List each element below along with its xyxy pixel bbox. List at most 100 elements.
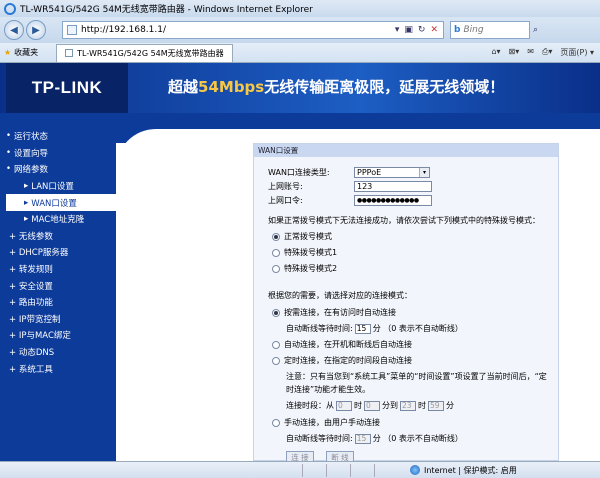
mail-icon[interactable]: ✉ <box>527 47 534 58</box>
print-icon[interactable]: ⎙▾ <box>542 47 552 58</box>
sidebar-item[interactable]: ▸ MAC地址克隆 <box>6 211 114 228</box>
sidebar-item-label: 运行状态 <box>14 132 49 143</box>
period-end-minute[interactable]: 59 <box>428 400 444 411</box>
connect-button[interactable]: 连 接 <box>286 451 314 461</box>
back-button[interactable]: ◀ <box>4 20 24 40</box>
period-start-minute[interactable]: 0 <box>364 400 380 411</box>
account-input[interactable]: 123 <box>354 181 432 192</box>
password-input[interactable]: ●●●●●●●●●●●●● <box>354 195 432 206</box>
sidebar-item-label: + IP与MAC绑定 <box>9 331 71 342</box>
refresh-icon[interactable]: ↻ <box>418 25 426 35</box>
conn-type-label: WAN口连接类型: <box>268 168 330 177</box>
sidebar-item[interactable]: + 动态DNS <box>6 344 114 361</box>
manual-idle-unit: 分 （0 表示不自动断线） <box>372 434 463 443</box>
tab-title: TL-WR541G/542G 54M无线宽带路由器 <box>77 48 224 58</box>
mode-manual[interactable]: 手动连接，由用户手动连接 <box>272 417 380 428</box>
dial-mode-special1[interactable]: 特殊拨号模式1 <box>272 247 337 258</box>
dropdown-arrow-icon[interactable]: ▾ <box>395 25 400 35</box>
special-hint: 如果正常拨号模式下无法连接成功，请依次尝试下列模式中的特殊拨号模式： <box>268 216 540 225</box>
favorites-button[interactable]: 收藏夹 <box>14 47 38 58</box>
page-menu[interactable]: 页面(P) ▾ <box>560 47 594 58</box>
panel-title: WAN口设置 <box>254 144 558 157</box>
sidebar-item[interactable]: + 无线参数 <box>6 228 114 245</box>
wan-settings-panel: WAN口设置 WAN口连接类型: PPPoE ▾ 上网账号: 123 上网口令:… <box>253 143 559 461</box>
sidebar-item[interactable]: ▸ LAN口设置 <box>6 178 114 195</box>
compat-view-icon[interactable]: ▣ <box>404 25 413 35</box>
sidebar-item-label: 设置向导 <box>14 148 49 159</box>
idle-time-input[interactable]: 15 <box>354 323 371 334</box>
sidebar-item-label: + 转发规则 <box>9 265 53 276</box>
bullet-icon: ▸ <box>24 181 29 192</box>
radio-button[interactable] <box>272 356 280 365</box>
radio-button[interactable] <box>272 232 280 241</box>
manual-idle-input[interactable]: 15 <box>354 433 371 444</box>
security-zone[interactable]: Internet | 保护模式: 启用 <box>424 465 517 476</box>
bing-icon: b <box>454 25 461 35</box>
search-placeholder: Bing <box>463 25 484 35</box>
radio-button[interactable] <box>272 308 280 317</box>
sidebar-item[interactable]: + IP与MAC绑定 <box>6 327 114 344</box>
radio-button[interactable] <box>272 264 280 273</box>
navigation-bar: ◀ ▶ http://192.168.1.1/ ▾ ▣ ↻ ✕ b Bing ⌕ <box>0 17 600 43</box>
sidebar-item[interactable]: + 路由功能 <box>6 294 114 311</box>
note-line1: 注意：只有当您到“系统工具”菜单的“时间设置”项设置了当前时间后，“定 <box>286 372 547 381</box>
radio-button[interactable] <box>272 340 280 349</box>
sidebar-item[interactable]: • 网络参数 <box>6 161 114 178</box>
mode-timed[interactable]: 定时连接，在指定的时间段自动连接 <box>272 355 412 366</box>
mode-auto[interactable]: 自动连接，在开机和断线后自动连接 <box>272 339 412 350</box>
forward-button[interactable]: ▶ <box>26 20 46 40</box>
sidebar-item[interactable]: + IP带宽控制 <box>6 311 114 328</box>
conn-type-select[interactable]: PPPoE ▾ <box>354 167 430 178</box>
period-start-hour[interactable]: 0 <box>336 400 352 411</box>
sidebar-item[interactable]: + 系统工具 <box>6 360 114 377</box>
password-label: 上网口令: <box>268 196 303 205</box>
disconnect-button[interactable]: 断 线 <box>326 451 354 461</box>
feeds-icon[interactable]: ⊠▾ <box>509 47 520 58</box>
sidebar-item-label: LAN口设置 <box>31 182 74 193</box>
banner-slogan: 超越54Mbps无线传输距离极限，延展无线领域！ <box>168 78 505 96</box>
search-input[interactable]: b Bing <box>450 21 530 39</box>
sidebar-item[interactable]: + 安全设置 <box>6 277 114 294</box>
star-icon: ★ <box>4 48 12 57</box>
sidebar-item[interactable]: + 转发规则 <box>6 261 114 278</box>
sidebar-item-label: + 无线参数 <box>9 231 53 242</box>
tab-favicon-icon <box>65 49 74 57</box>
home-icon[interactable]: ⌂▾ <box>491 47 500 58</box>
mode-on-demand[interactable]: 按需连接，在有访问时自动连接 <box>272 307 396 318</box>
window-titlebar: TL-WR541G/542G 54M无线宽带路由器 - Windows Inte… <box>0 0 600 17</box>
sidebar-item-label: + 安全设置 <box>9 281 53 292</box>
sidebar-item-label: 网络参数 <box>14 165 49 176</box>
stop-icon[interactable]: ✕ <box>430 25 438 35</box>
bullet-icon: ▸ <box>24 214 29 225</box>
sidebar-item-label: MAC地址克隆 <box>31 215 85 226</box>
sidebar-item[interactable]: + DHCP服务器 <box>6 244 114 261</box>
dial-mode-special2[interactable]: 特殊拨号模式2 <box>272 263 337 274</box>
window-title: TL-WR541G/542G 54M无线宽带路由器 - Windows Inte… <box>20 5 313 15</box>
sidebar-item-label: + IP带宽控制 <box>9 314 61 325</box>
browser-tab[interactable]: TL-WR541G/542G 54M无线宽带路由器 <box>56 43 233 62</box>
idle-label: 自动断线等待时间: <box>286 324 353 333</box>
sidebar-item-label: + 系统工具 <box>9 364 53 375</box>
sidebar-item[interactable]: ▸ WAN口设置 <box>6 194 116 211</box>
search-icon[interactable]: ⌕ <box>533 25 538 35</box>
address-bar[interactable]: http://192.168.1.1/ ▾ ▣ ↻ ✕ <box>62 21 444 39</box>
mode-hint: 根据您的需要，请选择对应的连接模式： <box>268 291 412 300</box>
favorites-bar: ★ 收藏夹 TL-WR541G/542G 54M无线宽带路由器 ⌂▾ ⊠▾ ✉ … <box>0 43 600 63</box>
status-bar: Internet | 保护模式: 启用 <box>0 461 600 478</box>
period-label: 连接时段：从 <box>286 401 334 410</box>
radio-button[interactable] <box>272 248 280 257</box>
page-icon <box>67 25 77 35</box>
idle-unit: 分 （0 表示不自动断线） <box>372 324 463 333</box>
chevron-down-icon: ▾ <box>419 168 429 177</box>
bullet-icon: • <box>6 131 12 142</box>
sidebar-item[interactable]: • 运行状态 <box>6 128 114 145</box>
bullet-icon: ▸ <box>24 197 29 208</box>
sidebar-item[interactable]: • 设置向导 <box>6 145 114 162</box>
radio-button[interactable] <box>272 418 280 427</box>
page-content: TP-LINK 超越54Mbps无线传输距离极限，延展无线领域！ • 运行状态 • 设… <box>0 63 600 461</box>
tp-link-logo: TP-LINK <box>6 63 128 113</box>
dial-mode-normal[interactable]: 正常拨号模式 <box>272 231 332 242</box>
globe-icon <box>410 465 420 475</box>
period-end-hour[interactable]: 23 <box>400 400 416 411</box>
bullet-icon: • <box>6 164 12 175</box>
